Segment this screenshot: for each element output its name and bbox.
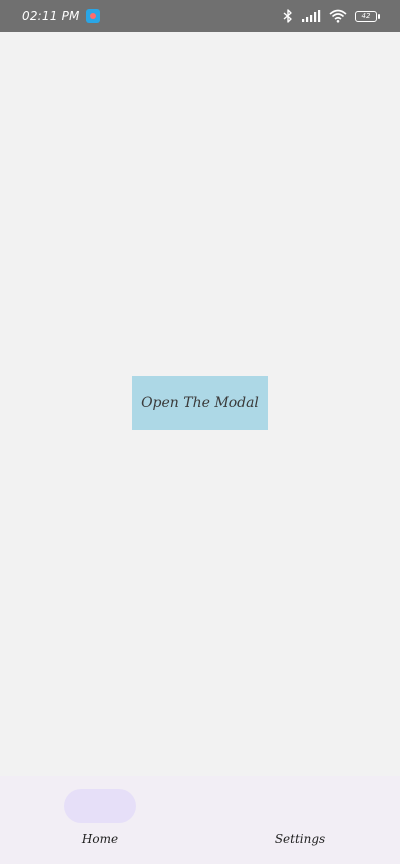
nav-active-indicator [64, 789, 136, 823]
status-bar: 02:11 PM 42 [0, 0, 400, 32]
nav-item-settings[interactable]: Settings [200, 776, 400, 864]
battery-level: 42 [355, 10, 377, 22]
status-right: 42 [283, 9, 380, 23]
nav-label-home: Home [81, 832, 119, 846]
bottom-nav: Home Settings [0, 776, 400, 864]
screen-recorder-icon [85, 9, 100, 23]
bluetooth-icon [283, 9, 293, 23]
battery-tip [378, 13, 380, 19]
nav-item-home[interactable]: Home [0, 776, 200, 864]
signal-icon [301, 9, 321, 23]
status-time: 02:11 PM [22, 9, 80, 23]
main-content: Open The Modal [0, 32, 400, 776]
open-modal-button[interactable]: Open The Modal [132, 376, 268, 430]
battery-icon: 42 [355, 10, 380, 22]
wifi-icon [329, 9, 347, 23]
nav-inactive-indicator [264, 789, 336, 823]
status-left: 02:11 PM [22, 9, 100, 23]
nav-label-settings: Settings [274, 832, 326, 846]
